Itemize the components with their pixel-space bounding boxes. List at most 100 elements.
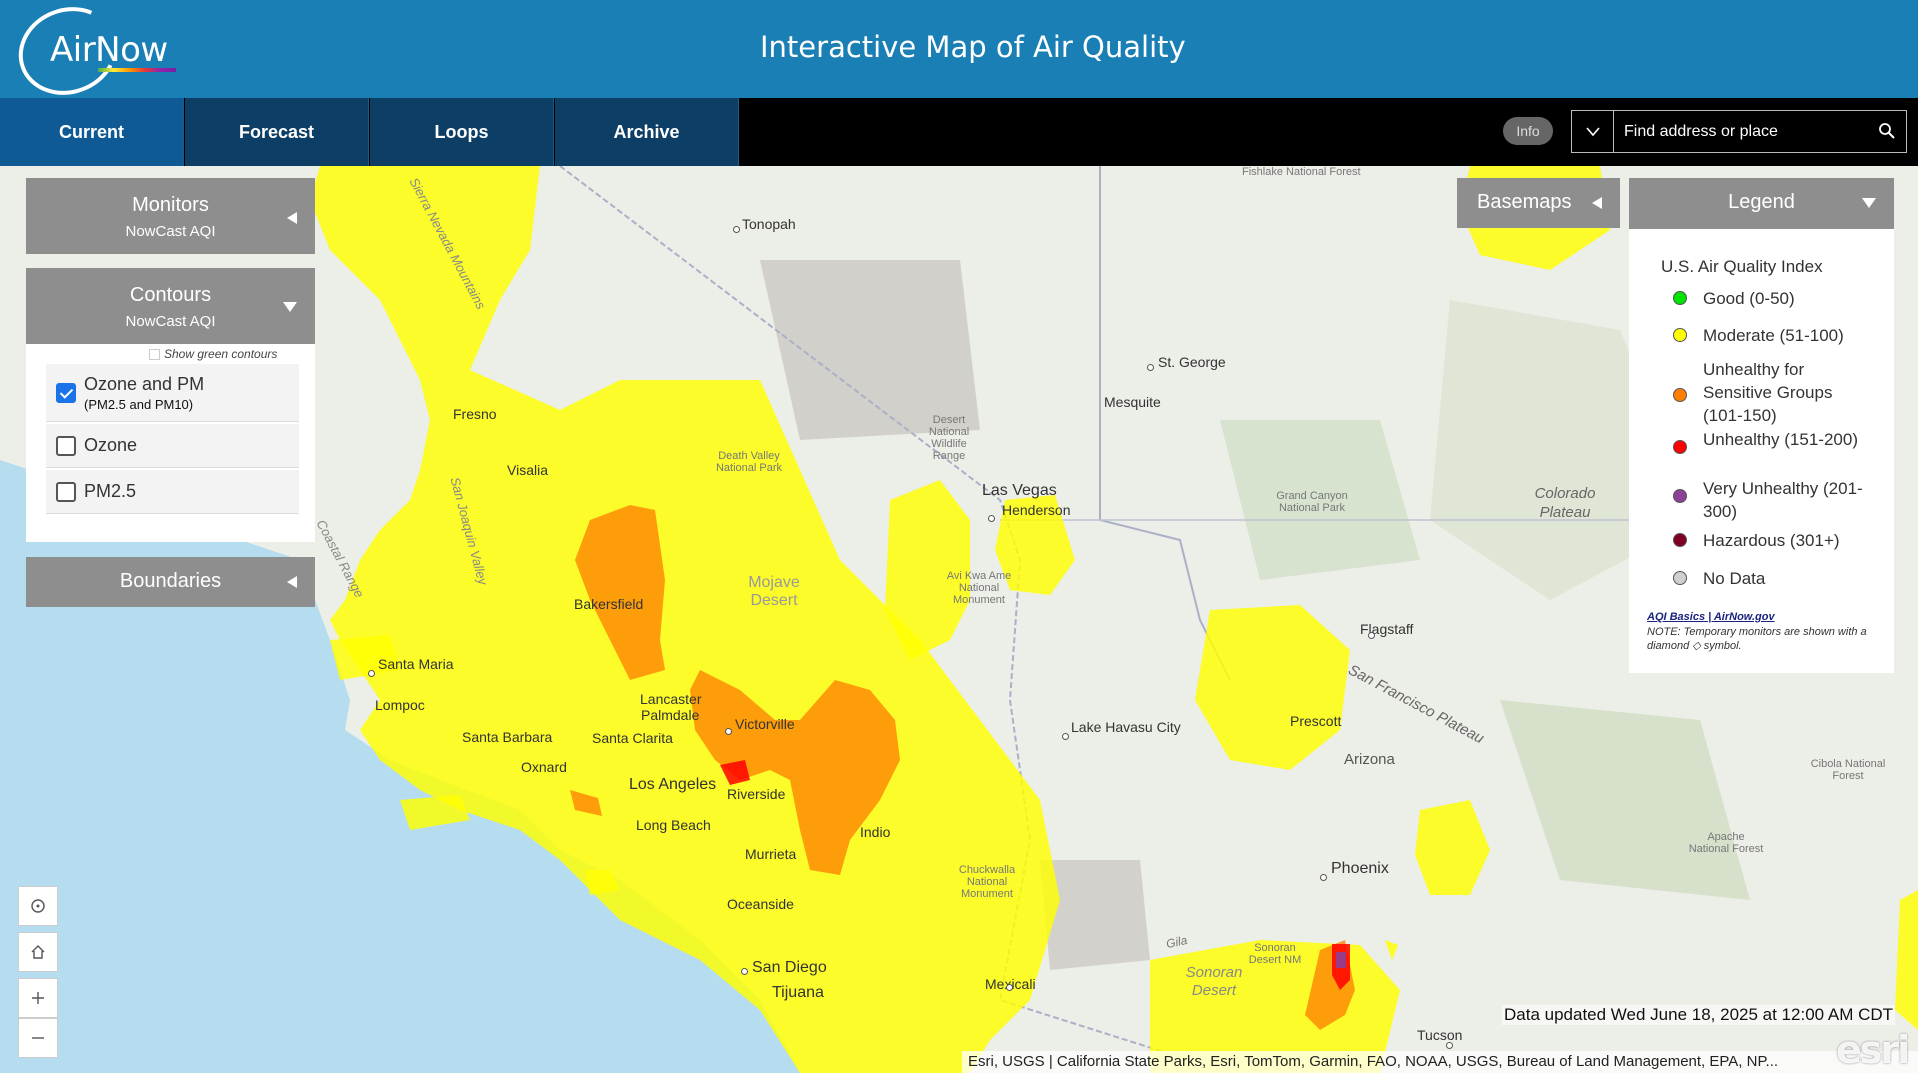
ozone-pm-checkbox[interactable]	[56, 382, 76, 403]
place-label: Fresno	[453, 406, 497, 422]
moderate-swatch-icon	[1673, 328, 1687, 342]
place-label: Riverside	[727, 786, 786, 802]
city-marker	[1006, 984, 1013, 991]
place-label: Palmdale	[641, 707, 700, 723]
place-label: Victorville	[735, 716, 795, 732]
layer-label: PM2.5	[84, 481, 137, 501]
place-label: Phoenix	[1331, 860, 1389, 877]
nav-bar: Current Forecast Loops Archive Info	[0, 98, 1918, 166]
zoom-out-button[interactable]	[18, 1018, 58, 1058]
monitors-title: Monitors	[132, 194, 209, 216]
home-button[interactable]	[18, 932, 58, 972]
usg-swatch-icon	[1673, 388, 1687, 402]
place-label: Lake Havasu City	[1071, 719, 1181, 735]
city-marker	[1368, 632, 1375, 639]
legend-panel-header[interactable]: Legend	[1629, 178, 1894, 229]
expand-arrow-icon	[283, 302, 297, 312]
tab-forecast[interactable]: Forecast	[185, 98, 369, 166]
unhealthy-swatch-icon	[1673, 440, 1687, 454]
aqi-very-unhealthy-layer	[1336, 952, 1346, 968]
place-label: Tijuana	[772, 984, 824, 1001]
layer-option-ozone-pm[interactable]: Ozone and PM (PM2.5 and PM10)	[46, 364, 299, 422]
show-green-checkbox[interactable]	[149, 348, 160, 360]
legend-item-usg: Unhealthy for Sensitive Groups (101-150)	[1673, 358, 1873, 427]
layer-label: Ozone	[84, 435, 138, 455]
region-label: Avi Kwa Ame National Monument	[946, 570, 1012, 606]
terrain-patch	[760, 260, 980, 440]
tab-current[interactable]: Current	[0, 98, 184, 166]
layer-option-ozone[interactable]: Ozone	[46, 424, 299, 468]
locate-button[interactable]	[18, 886, 58, 926]
boundaries-panel-header[interactable]: Boundaries	[26, 557, 315, 607]
legend-label: Hazardous (301+)	[1703, 531, 1840, 550]
aqi-moderate-region	[1385, 940, 1398, 960]
aqi-very-unhealthy-region	[1336, 952, 1346, 968]
legend-item-unhealthy: Unhealthy (151-200)	[1673, 428, 1873, 454]
monitors-subtitle: NowCast AQI	[125, 223, 216, 240]
minus-icon	[32, 1037, 44, 1039]
ozone-checkbox[interactable]	[56, 435, 76, 456]
no-data-swatch-icon	[1673, 571, 1687, 585]
place-label: Oxnard	[521, 759, 567, 775]
legend-label: Very Unhealthy (201-300)	[1703, 479, 1863, 521]
search-dropdown-button[interactable]	[1572, 111, 1614, 152]
tab-archive[interactable]: Archive	[555, 98, 739, 166]
contours-panel-body: Show green contours Ozone and PM (PM2.5 …	[26, 344, 315, 542]
legend-label: Unhealthy (151-200)	[1703, 430, 1858, 449]
legend-label: Good (0-50)	[1703, 289, 1795, 308]
show-green-label: Show green contours	[164, 347, 278, 361]
city-marker	[725, 728, 732, 735]
place-label: Tucson	[1417, 1027, 1463, 1043]
app-header: AirNow Interactive Map of Air Quality	[0, 0, 1918, 109]
place-label: Long Beach	[636, 817, 711, 833]
region-label: Cibola National Forest	[1810, 758, 1886, 782]
search-icon[interactable]	[1878, 122, 1896, 140]
region-label: Mojave Desert	[748, 574, 800, 609]
contours-panel-header[interactable]: Contours NowCast AQI	[26, 268, 315, 344]
city-marker	[368, 670, 375, 677]
monitors-panel-header[interactable]: Monitors NowCast AQI	[26, 178, 315, 254]
place-label: Visalia	[507, 462, 548, 478]
tab-loops[interactable]: Loops	[370, 98, 554, 166]
pm25-checkbox[interactable]	[56, 481, 76, 502]
legend-panel-body: U.S. Air Quality Index Good (0-50) Moder…	[1629, 229, 1894, 673]
place-label: Tonopah	[742, 216, 796, 232]
aqi-index-title: U.S. Air Quality Index	[1661, 257, 1823, 276]
map-attribution: Esri, USGS | California State Parks, Esr…	[962, 1051, 1918, 1073]
logo-text: AirNow	[50, 30, 168, 70]
place-label: Arizona	[1344, 751, 1395, 768]
basemaps-button[interactable]: Basemaps	[1457, 178, 1620, 228]
place-label: Henderson	[1002, 502, 1071, 518]
layer-option-pm25[interactable]: PM2.5	[46, 470, 299, 514]
place-label: Las Vegas	[982, 482, 1057, 499]
place-label: Oceanside	[727, 896, 794, 912]
place-label: Mesquite	[1104, 394, 1161, 410]
city-marker	[733, 226, 740, 233]
chevron-down-icon	[1585, 126, 1600, 136]
show-green-contours-option[interactable]: Show green contours	[149, 347, 277, 361]
search-input[interactable]	[1624, 111, 1864, 152]
esri-logo[interactable]: esri	[1836, 1028, 1910, 1072]
legend-label: Moderate (51-100)	[1703, 326, 1844, 345]
layer-label: Ozone and PM	[84, 373, 205, 394]
city-marker	[988, 515, 995, 522]
region-label: Colorado Plateau	[1534, 485, 1596, 521]
data-updated-text: Data updated Wed June 18, 2025 at 12:00 …	[1502, 1005, 1896, 1025]
aqi-moderate-region	[1415, 800, 1490, 895]
collapse-arrow-icon	[1592, 197, 1602, 209]
legend-item-moderate: Moderate (51-100)	[1673, 324, 1873, 347]
boundaries-title: Boundaries	[119, 570, 222, 592]
aqi-moderate-region	[1895, 890, 1918, 1030]
info-button[interactable]: Info	[1503, 117, 1553, 145]
region-label: Fishlake National Forest	[1242, 166, 1361, 178]
airnow-logo[interactable]: AirNow	[6, 0, 176, 109]
place-label: Prescott	[1290, 713, 1342, 729]
zoom-in-button[interactable]	[18, 978, 58, 1018]
good-swatch-icon	[1673, 291, 1687, 305]
region-label: Sonoran Desert	[1185, 964, 1243, 999]
contours-title: Contours	[129, 284, 212, 306]
aqi-basics-link[interactable]: AQI Basics | AirNow.gov	[1647, 611, 1775, 623]
legend-label: Unhealthy for Sensitive Groups (101-150)	[1703, 360, 1833, 425]
city-marker	[1446, 1042, 1453, 1049]
legend-item-very-unhealthy: Very Unhealthy (201-300)	[1673, 477, 1873, 523]
